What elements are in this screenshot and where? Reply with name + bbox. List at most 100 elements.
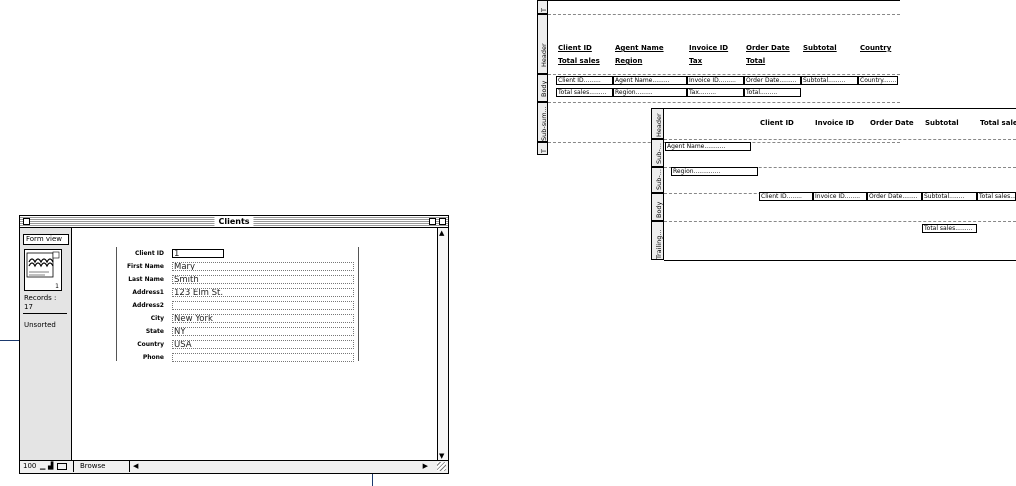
- layout-field-name: Region: [673, 168, 694, 175]
- book-page-number: 1: [55, 283, 59, 290]
- layout-field-name: Order Date: [746, 77, 780, 84]
- field-label-first-name: First Name: [126, 263, 164, 270]
- phone-field[interactable]: [172, 353, 354, 362]
- header-label[interactable]: Agent Name: [615, 44, 664, 52]
- header-label[interactable]: Client ID: [760, 119, 794, 127]
- title-bar[interactable]: Clients: [20, 216, 448, 228]
- zoom-level[interactable]: 100: [23, 462, 36, 470]
- part-tab-label: Header: [655, 113, 663, 137]
- records-count: 17: [24, 303, 33, 311]
- scroll-up-arrow-icon[interactable]: ▲: [439, 230, 444, 237]
- client-id-field[interactable]: 1: [172, 249, 224, 258]
- header-label[interactable]: Invoice ID: [689, 44, 728, 52]
- layout-field[interactable]: Tax.........: [687, 88, 744, 97]
- scroll-right-arrow-icon[interactable]: ▶: [423, 462, 428, 470]
- layout-field[interactable]: Country.........: [858, 76, 898, 85]
- field-label-country: Country: [137, 341, 164, 348]
- header-label[interactable]: Total sales: [558, 57, 600, 65]
- zoom-box-icon[interactable]: [429, 218, 436, 225]
- header-label[interactable]: Client ID: [558, 44, 592, 52]
- address2-field[interactable]: [172, 301, 354, 310]
- vertical-scrollbar[interactable]: ▲ ▼: [437, 228, 448, 462]
- header-label[interactable]: Tax: [689, 57, 702, 65]
- collapse-box-icon[interactable]: [439, 218, 446, 225]
- part-tab-t-top[interactable]: T: [537, 0, 548, 14]
- scroll-down-arrow-icon[interactable]: ▼: [439, 453, 444, 460]
- header-label[interactable]: Total: [746, 57, 765, 65]
- part-tab-header[interactable]: Header: [537, 14, 548, 74]
- status-area-toggle-icon[interactable]: [57, 463, 67, 470]
- layout-field[interactable]: Client ID.........: [556, 76, 613, 85]
- layout-field[interactable]: Client ID........: [759, 192, 813, 201]
- layout-field[interactable]: Region.........: [613, 88, 687, 97]
- layout-field-name: Agent Name: [667, 143, 705, 150]
- part-tab-body[interactable]: Body: [651, 193, 664, 221]
- layout-field[interactable]: Total sales........: [977, 192, 1016, 201]
- field-label-city: City: [150, 315, 164, 322]
- last-name-field[interactable]: Smith: [172, 275, 354, 284]
- part-tab-label: Sub-...: [655, 143, 663, 164]
- state-field[interactable]: NY: [172, 327, 354, 336]
- part-tab-label: Body: [540, 80, 548, 97]
- layout-field[interactable]: Order Date........: [867, 192, 922, 201]
- records-label: Records :: [24, 294, 57, 302]
- part-tab-t-bottom[interactable]: T: [537, 142, 548, 155]
- part-tab-header[interactable]: Header: [651, 108, 664, 139]
- layout-field[interactable]: Subtotal.........: [801, 76, 858, 85]
- first-name-field[interactable]: Mary: [172, 262, 354, 271]
- layout-field[interactable]: Order Date.........: [744, 76, 801, 85]
- header-label[interactable]: Order Date: [870, 119, 914, 127]
- layout-field-name: Region: [615, 89, 636, 96]
- layout-field-name: Total: [746, 89, 761, 96]
- zoom-in-icon[interactable]: ▟: [48, 462, 53, 470]
- layout-field[interactable]: Subtotal........: [922, 192, 977, 201]
- field-label-last-name: Last Name: [128, 276, 164, 283]
- layout-field[interactable]: Region..............: [671, 167, 758, 176]
- scroll-left-arrow-icon[interactable]: ◀: [133, 462, 138, 470]
- layout-field-name: Total sales: [924, 225, 956, 232]
- field-label-state: State: [145, 328, 164, 335]
- layout-field-name: Invoice ID: [689, 77, 719, 84]
- header-label[interactable]: Order Date: [746, 44, 790, 52]
- part-tab-trailing[interactable]: Trailing...: [651, 221, 664, 260]
- form-field-border-right: [358, 247, 359, 361]
- layout-field-name: Total sales: [979, 193, 1011, 200]
- layout-field[interactable]: Total sales.........: [556, 88, 613, 97]
- part-tab-subsummary[interactable]: Sub-...: [651, 139, 664, 167]
- part-tab-subsummary[interactable]: Sub-sum...: [537, 102, 548, 142]
- layout-field[interactable]: Total.........: [744, 88, 801, 97]
- close-box-icon[interactable]: [23, 218, 30, 225]
- book-icon[interactable]: 1: [24, 249, 62, 291]
- header-label[interactable]: Invoice ID: [815, 119, 854, 127]
- header-label[interactable]: Total sales: [980, 119, 1016, 127]
- layout-field[interactable]: Agent Name.........: [613, 76, 687, 85]
- header-label[interactable]: Region: [615, 57, 642, 65]
- mode-popup[interactable]: Browse: [73, 461, 130, 472]
- header-label[interactable]: Subtotal: [803, 44, 837, 52]
- header-label[interactable]: Subtotal: [925, 119, 959, 127]
- part-boundary: [548, 14, 900, 15]
- layout-field-name: Subtotal: [803, 77, 829, 84]
- country-field[interactable]: USA: [172, 340, 354, 349]
- address1-field[interactable]: 123 Elm St.: [172, 288, 354, 297]
- header-label[interactable]: Country: [860, 44, 891, 52]
- layout-field[interactable]: Invoice ID........: [813, 192, 867, 201]
- zoom-out-icon[interactable]: ▁: [40, 462, 45, 470]
- part-tab-body[interactable]: Body: [537, 74, 548, 102]
- form-view-button[interactable]: Form view: [23, 234, 69, 245]
- layout-field-name: Client ID: [761, 193, 787, 200]
- layout-bottom-border: [664, 108, 1016, 109]
- layout-field-name: Country: [860, 77, 883, 84]
- part-tab-label: T: [540, 149, 548, 153]
- layout-field-name: Total sales: [558, 89, 590, 96]
- sort-status: Unsorted: [24, 321, 56, 329]
- resize-grip-icon[interactable]: [437, 462, 446, 471]
- layout-field[interactable]: Invoice ID.........: [687, 76, 744, 85]
- city-field[interactable]: New York: [172, 314, 354, 323]
- part-tab-subsummary[interactable]: Sub-...: [651, 167, 664, 193]
- part-tab-label: Trailing...: [655, 229, 663, 259]
- layout-field[interactable]: Agent Name...........: [665, 142, 751, 151]
- mode-label: Browse: [80, 462, 106, 470]
- layout-field[interactable]: Total sales.........: [922, 224, 977, 233]
- layout-bottom-border: [664, 260, 1016, 261]
